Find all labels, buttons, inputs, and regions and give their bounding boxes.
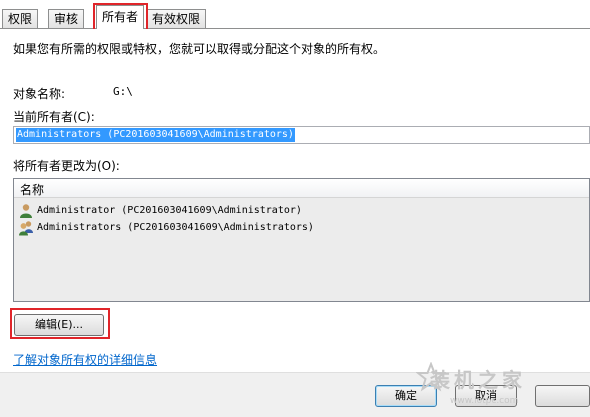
name-column-label: 名称 [20, 183, 45, 197]
current-owner-field[interactable]: Administrators (PC201603041609\Administr… [13, 126, 590, 144]
tab-strip: 权限 审核 所有者 有效权限 [0, 0, 590, 29]
ownership-details-link[interactable]: 了解对象所有权的详细信息 [13, 351, 157, 368]
user-icon [20, 204, 32, 218]
object-name-value: G:\ [113, 85, 133, 98]
tab-effective-permissions[interactable]: 有效权限 [146, 9, 207, 28]
watermark-url: www.lotpc.com [450, 396, 519, 406]
info-text: 如果您有所需的权限或特权，您就可以取得或分配这个对象的所有权。 [13, 42, 386, 56]
list-item-label: Administrator (PC201603041609\Administra… [37, 205, 302, 216]
list-item-label: Administrators (PC201603041609\Administr… [37, 222, 314, 233]
tab-permissions[interactable]: 权限 [2, 9, 39, 28]
apply-button[interactable] [535, 385, 590, 407]
name-column-header[interactable]: 名称 [14, 179, 589, 198]
current-owner-label: 当前所有者(C): [13, 110, 95, 124]
edit-button[interactable]: 编辑(E)... [14, 314, 104, 336]
tab-auditing[interactable]: 审核 [48, 9, 85, 28]
watermark-text: 装机之家 [430, 368, 526, 392]
tab-owner[interactable]: 所有者 [96, 5, 145, 29]
object-name-label: 对象名称: [13, 87, 66, 101]
change-owner-label: 将所有者更改为(O): [13, 159, 120, 173]
change-owner-list[interactable]: 名称 Administrator (PC201603041609\Adminis… [13, 178, 590, 302]
user-group-icon [19, 221, 33, 236]
current-owner-value: Administrators (PC201603041609\Administr… [16, 128, 295, 142]
